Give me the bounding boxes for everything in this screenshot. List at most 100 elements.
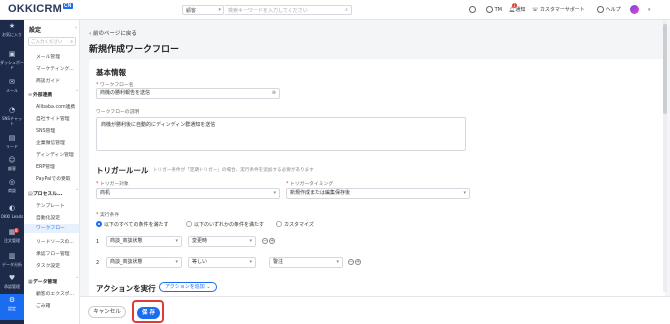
- global-search-input[interactable]: 検索キーワードを入力してください ⌕: [225, 5, 352, 15]
- condition-field-value: 商談_商談状態: [110, 259, 143, 265]
- radio-label: 以下のすべての条件を満たす: [104, 222, 169, 228]
- workflow-desc-label: ワークフローの説明: [96, 110, 140, 115]
- label-text: トリガー対象: [99, 182, 129, 187]
- sub-section-label: データ管理: [33, 280, 57, 285]
- sub-section-data[interactable]: ▦データ管理 ˄: [28, 278, 78, 285]
- star-icon: ★: [8, 22, 16, 30]
- nav-label: メール: [6, 88, 18, 93]
- nav-label: リード: [6, 144, 18, 149]
- trigger-target-select[interactable]: 商机 ▾: [96, 188, 280, 199]
- nav-mail[interactable]: ✉ メール: [0, 76, 24, 102]
- nav-label: 商談: [8, 188, 16, 193]
- sub-item-deal-guide[interactable]: 商談ガイド: [36, 77, 78, 84]
- back-link[interactable]: ‹ 前のページに戻る: [89, 29, 137, 37]
- workflow-name-label: * ワークフロー名: [96, 83, 134, 88]
- condition-field-select[interactable]: 商談_商談状態 ▾: [106, 236, 182, 247]
- tm-button[interactable]: TM: [486, 5, 502, 15]
- page-title: 新規作成ワークフロー: [89, 45, 180, 55]
- radio-custom[interactable]: カスタマイズ: [276, 220, 314, 228]
- nav-label: 承認管理: [4, 284, 20, 289]
- add-action-label: アクションを追加: [165, 284, 205, 290]
- search-scope-select[interactable]: 顧客 ▾: [182, 5, 224, 15]
- logo[interactable]: OKKICRM CN: [8, 3, 73, 15]
- radio-any-condition[interactable]: 以下のいずれかの条件を満たす: [186, 220, 264, 228]
- condition-operator-select[interactable]: 等しい ▾: [188, 257, 256, 268]
- exec-condition-label: * 実行条件: [96, 213, 120, 218]
- chevron-down-icon: ▾: [175, 259, 178, 265]
- condition-row-number: 1: [96, 239, 100, 245]
- add-condition-icon[interactable]: +: [269, 238, 275, 244]
- condition-operator-value: 変更時: [192, 238, 208, 244]
- scrollbar-thumb[interactable]: [663, 24, 667, 114]
- sub-item-website[interactable]: 自社サイト管理: [36, 115, 78, 122]
- workflow-name-input[interactable]: 商機の勝利報告を送信 ⊗: [96, 88, 280, 99]
- chevron-down-icon: ▾: [249, 238, 252, 244]
- nav-deals[interactable]: ◎ 商談: [0, 176, 24, 202]
- form-footer: キャンセル 保 存: [80, 296, 670, 324]
- lead-icon: ▤: [8, 134, 16, 142]
- collapse-icon[interactable]: ‹: [75, 25, 77, 31]
- nav-settings[interactable]: ⚙ 設定: [0, 294, 24, 320]
- condition-field-select[interactable]: 商談_商談状態 ▾: [106, 257, 182, 268]
- trigger-target-value: 商机: [100, 190, 111, 196]
- save-button[interactable]: 保 存: [137, 307, 160, 319]
- sub-item-wecom[interactable]: 企業微信管理: [36, 139, 78, 146]
- nav-orders[interactable]: ▦ 8 注文管理: [0, 226, 24, 252]
- chevron-up-icon: ˄: [76, 91, 79, 96]
- user-avatar[interactable]: [630, 5, 639, 15]
- sub-item-alibaba[interactable]: Alibaba.com連携: [36, 103, 78, 110]
- condition-operator-select[interactable]: 変更時 ▾: [188, 236, 256, 247]
- notification-button[interactable]: 🔔︎ 1 通知: [509, 3, 526, 15]
- help-button[interactable]: ヘルプ: [597, 5, 621, 15]
- remove-condition-icon[interactable]: −: [348, 259, 354, 265]
- nav-label: お気に入り: [2, 32, 22, 37]
- sub-section-process[interactable]: ▤プロセスル... ˄: [28, 190, 78, 197]
- condition-value-select[interactable]: 警注 ▾: [269, 257, 343, 268]
- main-content: ‹ 前のページに戻る 新規作成ワークフロー 基本情報 * ワークフロー名 商機の…: [86, 24, 665, 324]
- search-icon: ⌕: [70, 39, 73, 45]
- sub-item-lead-source[interactable]: リードソースの...: [36, 238, 78, 245]
- sub-item-erp[interactable]: ERP管理: [36, 163, 78, 170]
- workflow-desc-textarea[interactable]: 商機が勝利後に自動的にディンディン群通知を送信: [96, 117, 466, 151]
- sub-item-workflow[interactable]: ワークフロー: [24, 224, 79, 233]
- add-condition-icon[interactable]: +: [355, 259, 361, 265]
- sub-section-label: プロセスル...: [33, 192, 63, 197]
- sub-item-mail[interactable]: メール管理: [36, 53, 78, 60]
- notification-badge: 1: [512, 3, 517, 8]
- sub-item-dingtalk[interactable]: ディンディン管理: [36, 151, 78, 158]
- nav-sns-chat[interactable]: ◔ SNSチャット: [0, 104, 24, 130]
- sub-item-paypal[interactable]: PayPalでの受取: [36, 175, 78, 182]
- add-action-button[interactable]: アクションを追加 ⌄: [159, 282, 217, 292]
- remove-condition-icon[interactable]: −: [262, 238, 268, 244]
- nav-label: 注文管理: [4, 238, 20, 243]
- nav-dashboard[interactable]: ▣ ダッシュボード: [0, 48, 24, 74]
- nav-label: 設定: [8, 306, 16, 311]
- trigger-timing-select[interactable]: 新規作成または編集保存後 ▾: [286, 188, 470, 199]
- sub-item-automation[interactable]: 自動化設定: [36, 214, 78, 221]
- support-button[interactable]: ☏ カスタマーサポート: [532, 5, 585, 15]
- notification-label: 通知: [515, 7, 526, 13]
- sub-item-template[interactable]: テンプレート: [36, 202, 78, 209]
- settings-shortcut[interactable]: [469, 5, 476, 15]
- clear-icon[interactable]: ⊗: [272, 89, 276, 98]
- user-menu-chevron[interactable]: ▾: [648, 5, 651, 15]
- radio-all-conditions[interactable]: 以下のすべての条件を満たす: [96, 220, 169, 228]
- sub-item-task[interactable]: タスク設定: [36, 262, 78, 269]
- sub-item-sns[interactable]: SNS管理: [36, 127, 78, 134]
- sub-section-external[interactable]: ∞外部連携 ˄: [28, 91, 78, 98]
- sub-item-marketing[interactable]: マーケティング...: [36, 65, 78, 72]
- nav-favorites[interactable]: ★ お気に入り: [0, 20, 24, 46]
- basic-info-heading: 基本情報: [96, 68, 126, 77]
- back-label: 前のページに戻る: [92, 31, 137, 37]
- sub-item-export[interactable]: 顧客のエクスポ...: [36, 290, 78, 297]
- sub-item-trash[interactable]: ごみ箱: [36, 302, 78, 309]
- chevron-down-icon: ▾: [273, 190, 276, 196]
- avatar: [630, 5, 639, 14]
- label-text: 実行条件: [99, 213, 120, 218]
- sub-item-approval-flow[interactable]: 承認フロー管理: [36, 250, 78, 257]
- nav-okki-leads[interactable]: ◐ OKKI Leads: [0, 202, 24, 228]
- scrollbar[interactable]: [663, 20, 667, 292]
- settings-search-input[interactable]: ご入力ください ⌕: [28, 37, 76, 46]
- chevron-down-icon: ⌄: [206, 284, 211, 290]
- cancel-button[interactable]: キャンセル: [88, 306, 126, 318]
